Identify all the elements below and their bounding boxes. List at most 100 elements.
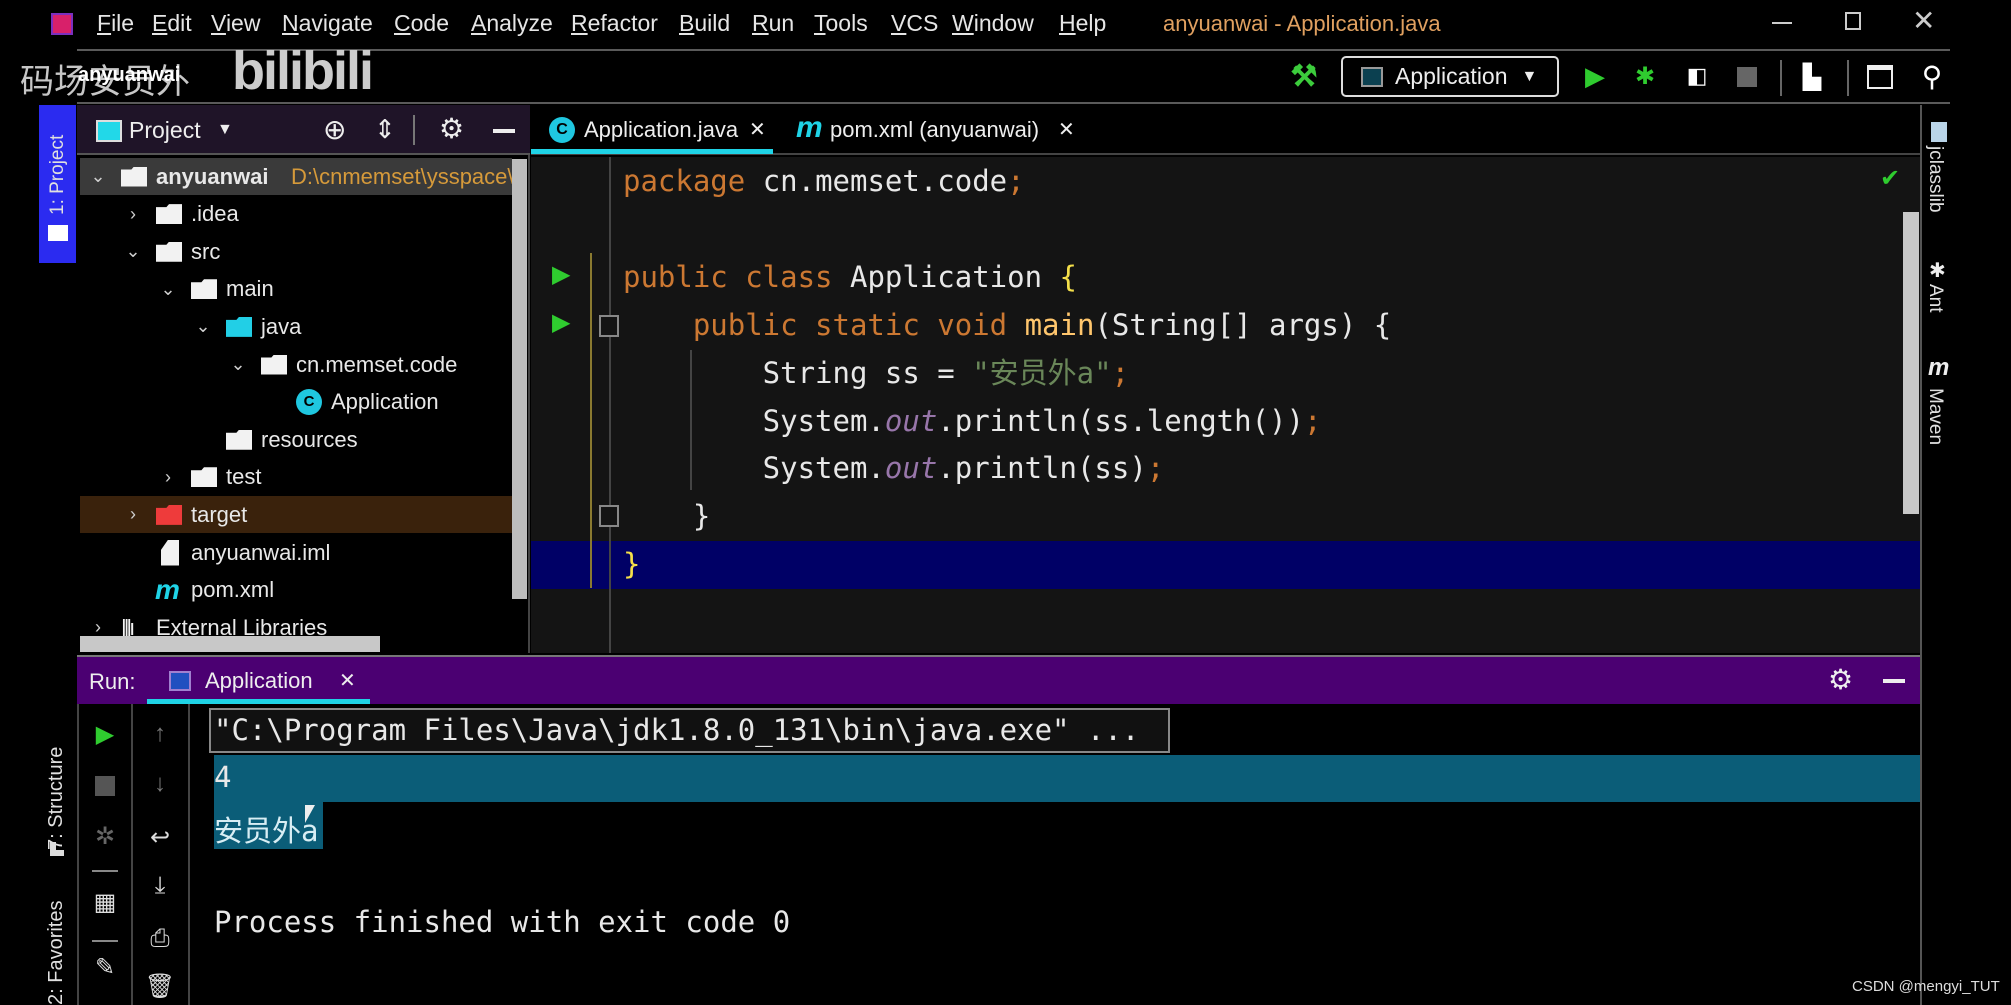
tree-item[interactable]: anyuanwai.iml: [80, 534, 512, 571]
tree-item-label: cn.memset.code: [296, 351, 458, 377]
tree-item[interactable]: ⌄ src: [80, 233, 512, 270]
menu-refactor[interactable]: Refactor: [571, 10, 658, 37]
menu-view[interactable]: View: [211, 10, 260, 37]
chevron-right-icon[interactable]: ›: [158, 467, 178, 488]
chevron-down-icon[interactable]: ⌄: [228, 354, 248, 375]
close-window-button[interactable]: ✕: [1912, 4, 1935, 37]
coverage-icon[interactable]: ◧: [1682, 60, 1712, 92]
stop-icon[interactable]: [1737, 67, 1757, 87]
tree-horizontal-scrollbar[interactable]: [80, 636, 380, 652]
tool-window-jclasslib[interactable]: jclasslib: [1924, 146, 1946, 213]
hide-panel-minus-icon[interactable]: [1883, 679, 1905, 683]
layout-icon[interactable]: ▦: [85, 888, 125, 917]
breadcrumb[interactable]: anyuanwai: [78, 64, 180, 87]
tree-item[interactable]: ⌄ main: [80, 271, 512, 308]
project-view-title[interactable]: Project: [129, 117, 201, 144]
menu-edit[interactable]: Edit: [152, 10, 192, 37]
gear-icon[interactable]: ⚙: [439, 112, 464, 145]
excluded-folder-icon: [156, 504, 182, 525]
menu-run[interactable]: Run: [752, 10, 794, 37]
restore-button[interactable]: [1845, 12, 1861, 30]
tree-item[interactable]: m pom.xml: [80, 572, 512, 609]
run-gutter-icon[interactable]: ▶: [552, 308, 570, 337]
code-token: System.: [623, 451, 885, 486]
chevron-down-icon[interactable]: ⌄: [158, 279, 178, 300]
locate-crosshair-icon[interactable]: ⊕: [323, 113, 346, 146]
tool-window-favorites-tab[interactable]: 2: Favorites: [45, 901, 68, 1005]
fold-icon[interactable]: [599, 315, 619, 337]
down-arrow-icon[interactable]: ↓: [140, 770, 180, 798]
menu-file[interactable]: File: [97, 10, 134, 37]
menu-help[interactable]: Help: [1059, 10, 1106, 37]
run-label: Run:: [89, 669, 136, 694]
tool-window-structure-tab[interactable]: 7: Structure: [45, 747, 68, 850]
menu-window[interactable]: Window: [952, 10, 1034, 37]
debug-bug-icon[interactable]: ✱: [1630, 60, 1660, 92]
tree-item[interactable]: ⌄ cn.memset.code: [80, 346, 512, 383]
chevron-right-icon[interactable]: ›: [123, 504, 143, 525]
fold-icon[interactable]: [599, 505, 619, 527]
menu-build[interactable]: Build: [679, 10, 730, 37]
chevron-down-icon[interactable]: ⌄: [88, 166, 108, 187]
tree-item-label: anyuanwai.iml: [191, 539, 331, 565]
chevron-down-icon[interactable]: ▼: [217, 121, 233, 139]
tree-item-label: pom.xml: [191, 577, 275, 603]
tree-item[interactable]: › test: [80, 459, 512, 496]
stop-icon[interactable]: [95, 776, 115, 796]
menu-vcs[interactable]: VCS: [891, 10, 938, 37]
tree-item[interactable]: resources: [80, 421, 512, 458]
soft-wrap-icon[interactable]: ↩: [140, 823, 180, 852]
app-config-icon: [1361, 66, 1383, 87]
rerun-icon[interactable]: ▶: [85, 720, 125, 749]
code-token: String ss =: [623, 355, 973, 390]
tree-item-label: test: [226, 464, 262, 490]
tree-item[interactable]: ⌄ java: [80, 308, 512, 345]
tree-vertical-scrollbar[interactable]: [512, 159, 527, 599]
close-tab-icon[interactable]: ✕: [1058, 117, 1075, 142]
terminal-window-icon[interactable]: [1867, 65, 1893, 89]
pin-icon[interactable]: ✎: [85, 953, 125, 982]
chevron-down-icon[interactable]: ⌄: [123, 241, 143, 262]
run-config-dropdown[interactable]: Application ▼: [1341, 56, 1559, 97]
menu-code[interactable]: Code: [394, 10, 449, 37]
search-icon[interactable]: ⚲: [1916, 60, 1948, 92]
tree-item[interactable]: › target: [80, 496, 512, 534]
debug-settings-icon[interactable]: ✲: [85, 822, 125, 851]
minimize-button[interactable]: [1772, 22, 1792, 24]
tab-application-java[interactable]: C Application.java ✕: [531, 105, 773, 155]
scroll-to-end-icon[interactable]: ⤓: [140, 872, 180, 900]
tree-item[interactable]: › .idea: [80, 196, 512, 233]
project-structure-icon[interactable]: ▙: [1797, 62, 1827, 92]
maven-icon: m: [1928, 354, 1950, 381]
editor-vertical-scrollbar[interactable]: [1903, 212, 1919, 514]
tool-window-project-tab[interactable]: 1: Project: [39, 105, 76, 263]
gear-icon[interactable]: ⚙: [1828, 663, 1853, 696]
tab-pom-xml[interactable]: m pom.xml (anyuanwai) ✕: [796, 105, 1086, 155]
tool-window-ant[interactable]: Ant: [1924, 284, 1946, 313]
build-hammer-icon[interactable]: ⚒: [1288, 60, 1320, 93]
tree-item-label: java: [261, 313, 302, 339]
close-tab-icon[interactable]: ✕: [749, 117, 766, 142]
tree-item[interactable]: C Application: [80, 384, 512, 421]
chevron-right-icon[interactable]: ›: [123, 204, 143, 225]
folder-icon: [191, 279, 217, 300]
chevron-down-icon[interactable]: ⌄: [193, 316, 213, 337]
menu-tools[interactable]: Tools: [814, 10, 868, 37]
up-arrow-icon[interactable]: ↑: [140, 720, 180, 748]
menu-analyze[interactable]: Analyze: [471, 10, 553, 37]
run-panel-header: Run: Application ✕ ⚙: [77, 655, 1920, 704]
tree-item-label: src: [191, 238, 221, 264]
tool-window-maven[interactable]: Maven: [1924, 388, 1946, 445]
tree-item[interactable]: ⌄ anyuanwai D:\cnmemset\ysspace\: [80, 158, 512, 195]
run-tab-application[interactable]: Application ✕: [147, 657, 370, 704]
collapse-all-icon[interactable]: ⇕: [374, 114, 396, 145]
hide-panel-minus-icon[interactable]: [493, 129, 515, 133]
trash-icon[interactable]: 🗑: [140, 972, 180, 1001]
close-tab-icon[interactable]: ✕: [339, 668, 356, 693]
code-line: String ss = "安员外a";: [623, 349, 1129, 397]
run-icon[interactable]: ▶: [1580, 60, 1610, 92]
run-gutter-icon[interactable]: ▶: [552, 260, 570, 289]
code-token: ;: [1303, 403, 1322, 438]
print-icon[interactable]: ⎙: [140, 925, 180, 953]
menu-navigate[interactable]: Navigate: [282, 10, 373, 37]
